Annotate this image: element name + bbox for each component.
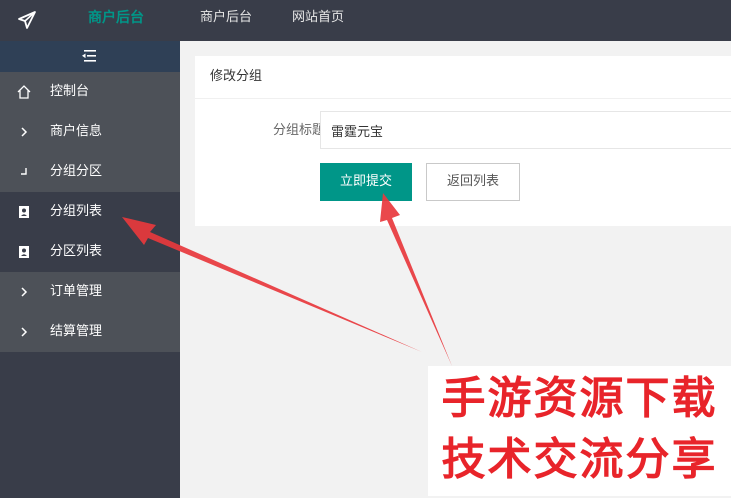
sidebar-item-label: 分组分区 bbox=[50, 164, 103, 179]
paper-plane-icon[interactable] bbox=[16, 9, 38, 31]
sidebar-item-merchant-info[interactable]: 商户信息 bbox=[0, 112, 180, 152]
group-title-input[interactable] bbox=[320, 111, 731, 149]
watermark-line-2: 技术交流分享 bbox=[441, 434, 718, 485]
sidebar-item-dashboard[interactable]: 控制台 bbox=[0, 72, 180, 112]
sidebar-item-label: 商户信息 bbox=[50, 124, 103, 139]
top-header: 商户后台 商户后台 网站首页 bbox=[0, 0, 731, 41]
watermark: 手游资源下载 技术交流分享 bbox=[428, 366, 731, 496]
chevron-right-icon bbox=[21, 127, 28, 137]
nav-site-home[interactable]: 网站首页 bbox=[272, 0, 364, 36]
corner-icon bbox=[21, 168, 27, 175]
sidebar-item-orders[interactable]: 订单管理 bbox=[0, 272, 180, 312]
sidebar-item-label: 订单管理 bbox=[50, 284, 103, 299]
chevron-right-icon bbox=[21, 287, 28, 297]
back-to-list-button[interactable]: 返回列表 bbox=[426, 163, 520, 201]
sidebar-item-label: 分组列表 bbox=[50, 204, 103, 219]
submit-button[interactable]: 立即提交 bbox=[320, 163, 412, 201]
logo-area: 商户后台 bbox=[0, 0, 180, 41]
top-nav: 商户后台 网站首页 bbox=[180, 0, 364, 41]
group-title-label: 分组标题 bbox=[272, 123, 325, 138]
chevron-right-icon bbox=[21, 327, 28, 337]
sidebar-item-label: 分区列表 bbox=[50, 244, 103, 259]
nav-merchant-admin[interactable]: 商户后台 bbox=[180, 0, 272, 36]
sidebar-item-label: 控制台 bbox=[50, 84, 90, 99]
sidebar-menu: 控制台 商户信息 分组分区 bbox=[0, 72, 180, 192]
edit-group-card: 修改分组 分组标题 立即提交 返回列表 bbox=[195, 56, 731, 226]
sidebar-menu-lower: 订单管理 结算管理 bbox=[0, 272, 180, 352]
logo-title[interactable]: 商户后台 bbox=[52, 0, 180, 41]
collapse-menu-icon[interactable] bbox=[82, 50, 96, 62]
sidebar-toggle[interactable] bbox=[0, 41, 180, 72]
sidebar-item-group-list[interactable]: 分组列表 bbox=[0, 192, 180, 232]
contact-book-icon bbox=[19, 206, 29, 218]
sidebar-item-settlement[interactable]: 结算管理 bbox=[0, 312, 180, 352]
watermark-line-1: 手游资源下载 bbox=[441, 373, 718, 424]
sidebar-item-group-zone[interactable]: 分组分区 bbox=[0, 152, 180, 192]
sidebar: 控制台 商户信息 分组分区 分组列表 分区列表 订单管理 结算管理 bbox=[0, 41, 180, 498]
home-icon bbox=[17, 85, 31, 99]
contact-book-icon bbox=[19, 246, 29, 258]
sidebar-item-zone-list[interactable]: 分区列表 bbox=[0, 232, 180, 272]
sidebar-item-label: 结算管理 bbox=[50, 324, 103, 339]
card-title: 修改分组 bbox=[195, 56, 731, 99]
